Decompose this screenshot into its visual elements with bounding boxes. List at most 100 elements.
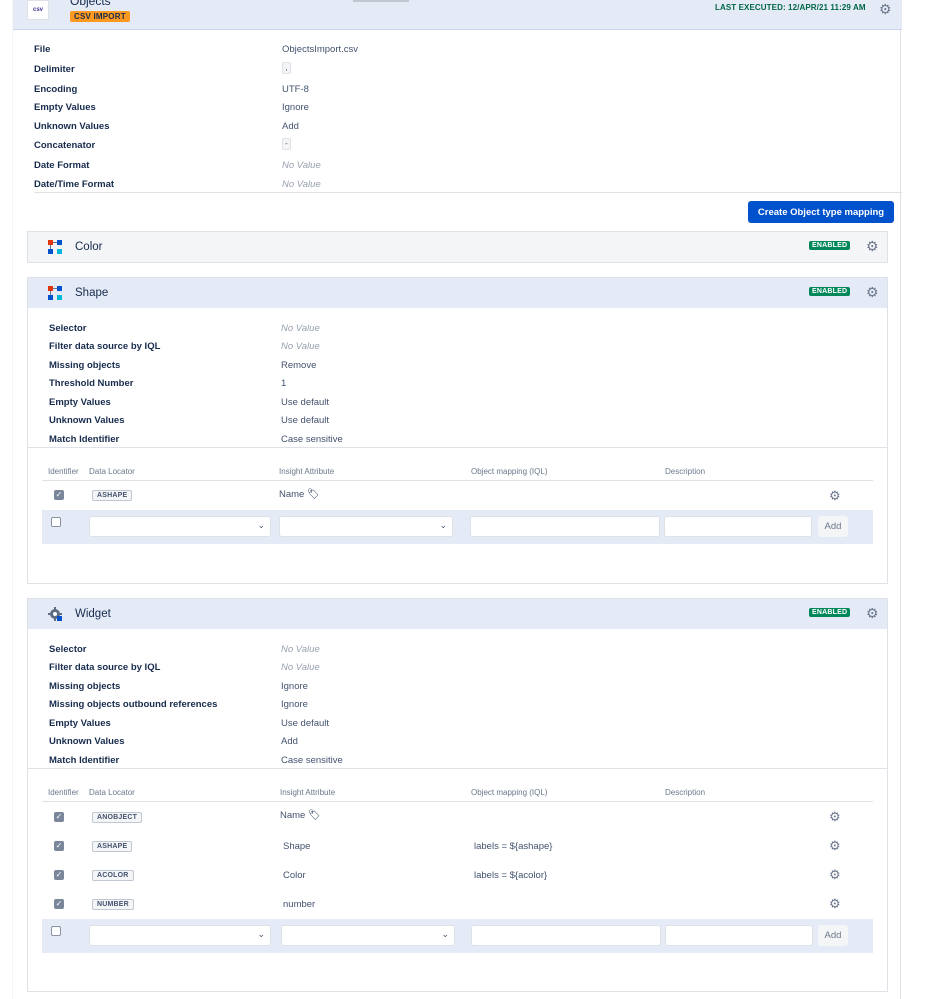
setting-value-missing-outbound: Ignore [281, 699, 308, 710]
gear-icon[interactable]: ⚙ [866, 284, 879, 301]
add-button[interactable]: Add [818, 516, 848, 537]
config-label-file: File [34, 44, 51, 55]
identifier-checkbox[interactable] [51, 517, 61, 527]
column-header-insight-attribute: Insight Attribute [280, 788, 336, 797]
panel-title: Color [75, 241, 103, 253]
gear-icon[interactable]: ⚙ [829, 896, 841, 912]
status-badge: ENABLED [809, 241, 851, 250]
setting-label-threshold: Threshold Number [49, 378, 134, 389]
identifier-checkbox[interactable]: ✓ [54, 841, 64, 851]
panel-header-color[interactable]: Color ENABLED ⚙ [28, 232, 887, 262]
gear-icon[interactable]: ⚙ [829, 867, 841, 883]
column-header-object-mapping: Object mapping (IQL) [471, 788, 548, 797]
insight-attribute-select[interactable]: ⌄ [281, 925, 455, 946]
column-header-identifier: Identifier [48, 467, 79, 476]
gear-icon[interactable]: ⚙ [829, 488, 841, 504]
identifier-checkbox[interactable]: ✓ [54, 812, 64, 822]
config-value-file: ObjectsImport.csv [282, 44, 359, 55]
gear-icon[interactable]: ⚙ [829, 838, 841, 854]
chevron-down-icon: ⌄ [441, 929, 449, 939]
config-label-unknown-values: Unknown Values [34, 121, 110, 132]
chevron-down-icon: ⌄ [439, 520, 447, 530]
gear-icon[interactable]: ⚙ [866, 238, 879, 255]
config-label-datetime-format: Date/Time Format [34, 179, 115, 190]
setting-label-filter-iql: Filter data source by IQL [49, 662, 161, 673]
data-locator-chip: ACOLOR [92, 870, 134, 881]
object-mapping-input[interactable] [470, 516, 660, 537]
identifier-checkbox[interactable]: ✓ [54, 490, 64, 500]
setting-label-missing-objects: Missing objects [49, 681, 121, 692]
panel-header-widget[interactable]: Widget ENABLED ⚙ [28, 599, 887, 629]
import-page: csv Objects CSV IMPORT LAST EXECUTED: 12… [12, 0, 902, 999]
gear-icon[interactable]: ⚙ [866, 605, 879, 622]
config-value-encoding: UTF-8 [282, 84, 309, 95]
column-header-object-mapping: Object mapping (IQL) [471, 467, 548, 476]
identifier-checkbox[interactable] [51, 926, 61, 936]
setting-label-filter-iql: Filter data source by IQL [49, 341, 161, 352]
setting-label-unknown-values: Unknown Values [49, 415, 125, 426]
config-label-encoding: Encoding [34, 84, 78, 95]
panel-title: Widget [75, 608, 111, 620]
csv-file-icon: csv [27, 0, 49, 20]
description-input[interactable] [664, 516, 812, 537]
identifier-checkbox[interactable]: ✓ [54, 870, 64, 880]
config-value-delimiter: , [282, 62, 291, 74]
setting-label-selector: Selector [49, 323, 87, 334]
data-locator-select[interactable]: ⌄ [89, 925, 271, 946]
setting-label-selector: Selector [49, 644, 87, 655]
data-locator-chip: ASHAPE [92, 490, 133, 501]
gear-icon[interactable]: ⚙ [879, 1, 892, 18]
column-header-data-locator: Data Locator [89, 788, 135, 797]
insight-attribute-select[interactable]: ⌄ [279, 516, 453, 537]
setting-value-missing-objects: Ignore [281, 681, 308, 692]
setting-label-missing-outbound: Missing objects outbound references [49, 699, 218, 710]
create-object-type-mapping-button[interactable]: Create Object type mapping [748, 201, 894, 223]
object-mapping-input[interactable] [471, 925, 661, 946]
column-header-data-locator: Data Locator [89, 467, 135, 476]
description-input[interactable] [665, 925, 813, 946]
import-title: Objects [70, 0, 111, 8]
insight-attribute: number [283, 899, 316, 910]
table-header-divider [42, 801, 873, 802]
setting-value-filter-iql: No Value [281, 341, 320, 352]
panel-header-shape[interactable]: Shape ENABLED ⚙ [28, 278, 887, 308]
last-executed-label: LAST EXECUTED: 12/APR/21 11:29 AM [715, 3, 866, 12]
object-type-icon [48, 240, 62, 254]
gear-icon[interactable]: ⚙ [829, 809, 841, 825]
data-locator-chip: ASHAPE [92, 841, 133, 852]
setting-value-match-identifier: Case sensitive [281, 434, 343, 445]
add-mapping-row: ⌄ ⌄ Add [42, 919, 873, 953]
setting-value-empty-values: Use default [281, 397, 330, 408]
insight-attribute: Name 🏷 [280, 810, 321, 821]
widget-gear-icon [48, 607, 62, 621]
insight-attribute: Name 🏷 [279, 489, 320, 500]
setting-label-empty-values: Empty Values [49, 718, 111, 729]
identifier-checkbox[interactable]: ✓ [54, 899, 64, 909]
data-locator-chip: ANOBJECT [92, 812, 143, 823]
settings-divider [28, 768, 887, 769]
mapping-panel-color: Color ENABLED ⚙ [27, 231, 888, 263]
attribute-label: Name [280, 810, 306, 821]
setting-value-threshold: 1 [281, 378, 287, 389]
column-header-insight-attribute: Insight Attribute [279, 467, 335, 476]
setting-value-empty-values: Use default [281, 718, 330, 729]
config-value-unknown-values: Add [282, 121, 299, 132]
config-label-concatenator: Concatenator [34, 140, 96, 151]
chevron-down-icon: ⌄ [257, 929, 265, 939]
add-button[interactable]: Add [818, 925, 848, 946]
setting-value-unknown-values: Use default [281, 415, 330, 426]
panel-title: Shape [75, 287, 109, 299]
column-header-identifier: Identifier [48, 788, 79, 797]
header-tab-indicator [353, 0, 409, 2]
config-value-concatenator: - [282, 138, 291, 150]
setting-label-empty-values: Empty Values [49, 397, 111, 408]
import-header: csv Objects CSV IMPORT LAST EXECUTED: 12… [13, 0, 902, 30]
add-mapping-row: ⌄ ⌄ Add [42, 510, 873, 544]
config-label-empty-values: Empty Values [34, 102, 96, 113]
data-locator-select[interactable]: ⌄ [89, 516, 271, 537]
column-header-description: Description [665, 467, 706, 476]
tag-icon: 🏷 [307, 810, 321, 821]
mapping-panel-widget: Widget ENABLED ⚙ Selector No Value Filte… [27, 598, 888, 992]
object-mapping-iql: labels = ${acolor} [474, 870, 548, 881]
setting-label-match-identifier: Match Identifier [49, 434, 120, 445]
